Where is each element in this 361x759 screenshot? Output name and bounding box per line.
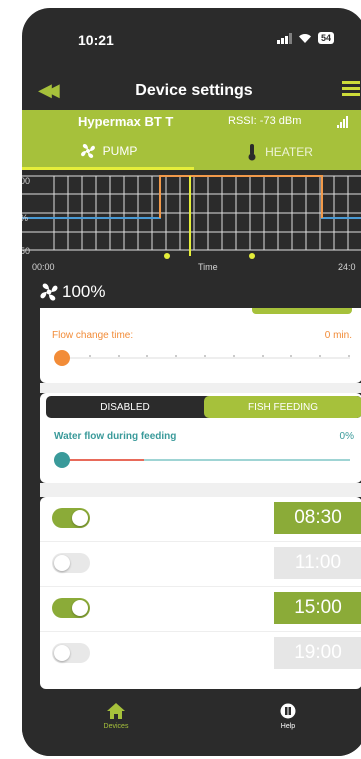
flow-line-high: [159, 175, 323, 218]
flow-change-slider[interactable]: [54, 348, 350, 368]
status-icons: 54: [277, 32, 335, 44]
flow-change-value: 0 min.: [324, 330, 352, 341]
feeding-time-text: 19:00: [294, 642, 342, 663]
wifi-icon: [299, 33, 311, 43]
feeding-time-toggle[interactable]: [52, 598, 90, 618]
tab-heater-label: HEATER: [265, 145, 313, 159]
nav-bar: ◀◀ Device settings: [22, 70, 361, 112]
feeding-marker: [164, 253, 170, 259]
feeding-time-value[interactable]: 11:00: [274, 547, 361, 579]
tab-heater[interactable]: HEATER: [194, 134, 361, 170]
feeding-time-text: 11:00: [294, 552, 342, 573]
rssi-label: RSSI: -73 dBm: [228, 115, 302, 127]
book-icon: [280, 703, 296, 719]
feeding-time-row: 19:00: [40, 632, 361, 676]
mode-disabled-label: DISABLED: [100, 401, 150, 413]
mode-fish-feeding-button[interactable]: FISH FEEDING: [204, 396, 361, 418]
slider-thumb[interactable]: [54, 452, 70, 468]
y-tick-label: 50: [22, 246, 30, 256]
fan-icon: [80, 143, 95, 158]
slider-ticks: [60, 355, 350, 361]
thermometer-icon: [248, 144, 256, 161]
flow-chart: 00 % 50 00:00 Time 24:0: [22, 172, 361, 274]
feeding-panel: DISABLED FISH FEEDING Water flow during …: [40, 393, 361, 483]
feeding-time-toggle[interactable]: [52, 508, 90, 528]
slider-thumb[interactable]: [54, 350, 70, 366]
tab-pump-label: PUMP: [102, 143, 138, 158]
page-title: Device settings: [135, 82, 253, 99]
nav-help[interactable]: Help: [258, 702, 318, 746]
feeding-time-value[interactable]: 08:30: [274, 502, 361, 534]
feeding-times-list: 08:30 11:00 15:00 19:00: [40, 497, 361, 689]
flow-change-panel: Flow change time: 0 min.: [40, 308, 361, 383]
menu-icon[interactable]: [342, 81, 360, 99]
signal-icon: [277, 32, 292, 44]
feeding-time-text: 15:00: [294, 597, 342, 618]
phone-frame: 10:21 54 ◀◀ Device settings Hypermax BT …: [22, 8, 361, 756]
partial-button[interactable]: [252, 308, 352, 314]
home-icon: [107, 703, 125, 719]
tab-pump[interactable]: PUMP: [22, 134, 194, 170]
device-name: Hypermax BT T: [78, 114, 174, 129]
battery-icon: 54: [318, 32, 335, 44]
section-divider: [40, 483, 361, 497]
section-divider: [40, 383, 361, 393]
bottom-nav: Devices Help: [22, 696, 361, 756]
x-axis-label: Time: [198, 262, 218, 272]
mode-toggle: DISABLED FISH FEEDING: [46, 396, 361, 418]
feeding-time-value[interactable]: 15:00: [274, 592, 361, 624]
nav-help-label: Help: [280, 723, 296, 730]
pump-power-value: 100%: [62, 282, 106, 301]
feeding-time-toggle[interactable]: [52, 553, 90, 573]
nav-devices-label: Devices: [103, 723, 129, 730]
mode-disabled-button[interactable]: DISABLED: [46, 396, 204, 418]
flow-line: [22, 175, 361, 219]
feeding-marker: [249, 253, 255, 259]
feeding-time-text: 08:30: [294, 507, 342, 528]
flow-chart-svg: 00 % 50 00:00 Time 24:0: [22, 175, 361, 272]
nav-devices[interactable]: Devices: [86, 702, 146, 746]
status-time: 10:21: [78, 32, 114, 48]
flow-change-label: Flow change time:: [52, 330, 134, 341]
fan-icon: [40, 283, 58, 301]
mode-fish-feeding-label: FISH FEEDING: [247, 401, 318, 413]
feeding-time-row: 11:00: [40, 542, 361, 587]
y-tick-label: 00: [22, 176, 30, 186]
feeding-flow-label: Water flow during feeding: [54, 431, 177, 442]
status-bar: 10:21 54: [22, 8, 361, 68]
feeding-time-value[interactable]: 19:00: [274, 637, 361, 669]
pump-power-row: 100%: [22, 276, 361, 308]
feeding-time-row: 15:00: [40, 587, 361, 632]
x-start-label: 00:00: [32, 262, 55, 272]
feeding-flow-value: 0%: [339, 431, 354, 442]
feeding-flow-slider[interactable]: [54, 451, 350, 469]
x-end-label: 24:0: [338, 262, 356, 272]
y-tick-label: %: [22, 213, 28, 223]
device-bar: Hypermax BT T RSSI: -73 dBm: [22, 110, 361, 134]
slider-track: [144, 459, 350, 461]
feeding-time-toggle[interactable]: [52, 643, 90, 663]
tabs: PUMP HEATER: [22, 134, 361, 170]
rssi-signal-icon: [337, 116, 348, 128]
feeding-time-row: 08:30: [40, 497, 361, 542]
